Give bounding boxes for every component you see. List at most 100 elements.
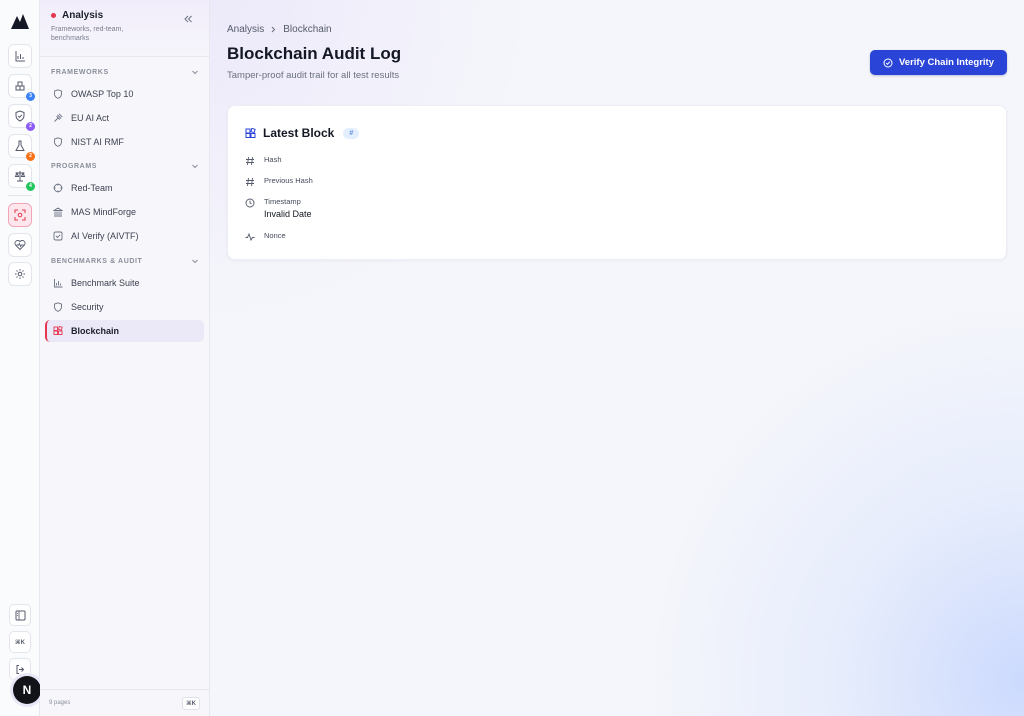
sidebar-item-blockchain[interactable]: Blockchain [45, 320, 204, 342]
sidebar-title: Analysis [62, 10, 104, 21]
shield-icon [54, 302, 62, 312]
rail-badge: 4 [26, 182, 35, 191]
analytics-rail-button[interactable] [8, 44, 32, 68]
check-square-icon [53, 231, 63, 241]
command-palette-button[interactable]: ⌘K [9, 631, 31, 653]
field-label: Hash [264, 155, 282, 164]
analysis-rail-button[interactable] [8, 203, 32, 227]
shield-icon [54, 89, 62, 99]
sidebar-item-owasp[interactable]: OWASP Top 10 [45, 83, 204, 105]
latest-block-card: Latest Block # Hash Previous Hash Timest… [227, 105, 1007, 260]
chevron-down-icon [192, 164, 198, 169]
sidebar-item-label: AI Verify (AIVTF) [71, 231, 139, 241]
field-label: Timestamp [264, 197, 301, 206]
page-count: 9 pages [49, 700, 71, 706]
sidebar-item-mas-mindforge[interactable]: MAS MindForge [45, 201, 204, 223]
sidebar: Analysis Frameworks, red-team, benchmark… [40, 0, 210, 716]
rail-badge: 2 [26, 152, 35, 161]
collapse-icon[interactable] [183, 14, 193, 24]
card-title: Latest Block [263, 126, 335, 140]
heart-pulse-icon [14, 240, 26, 251]
crosshair-icon [53, 183, 63, 193]
verify-chain-label: Verify Chain Integrity [898, 57, 995, 68]
bar-chart-icon [54, 279, 63, 288]
section-label: BENCHMARKS & AUDIT [51, 257, 143, 265]
sidebar-header: Analysis Frameworks, red-team, benchmark… [40, 0, 209, 57]
field-timestamp: Timestamp Invalid Date [245, 197, 312, 219]
field-content: Timestamp Invalid Date [264, 197, 312, 219]
sidebar-item-label: NIST AI RMF [71, 137, 124, 147]
activity-icon [245, 232, 255, 242]
shield-icon [54, 137, 62, 147]
boxes-icon [15, 81, 25, 91]
flask-icon [15, 140, 25, 151]
rail-badge: 3 [26, 92, 35, 101]
sidebar-item-security[interactable]: Security [45, 296, 204, 318]
scan-icon [14, 209, 26, 221]
verify-chain-button[interactable]: Verify Chain Integrity [870, 50, 1007, 75]
chevron-down-icon [192, 259, 198, 264]
section-benchmarks-audit[interactable]: BENCHMARKS & AUDIT [51, 257, 199, 265]
logo-icon [11, 14, 29, 29]
section-label: FRAMEWORKS [51, 68, 109, 76]
logout-icon [16, 664, 24, 674]
section-frameworks[interactable]: FRAMEWORKS [51, 68, 199, 76]
gavel-icon [54, 113, 63, 122]
field-previous-hash: Previous Hash [245, 176, 313, 188]
field-nonce: Nonce [245, 231, 286, 243]
sidebar-item-label: EU AI Act [71, 113, 110, 123]
field-hash: Hash [245, 155, 282, 167]
sidebar-item-label: Security [71, 302, 104, 312]
bank-icon [53, 207, 63, 217]
lab-rail-button[interactable]: 2 [8, 134, 35, 161]
models-rail-button[interactable]: 3 [8, 74, 35, 101]
bar-chart-icon [15, 51, 25, 62]
card-header: Latest Block # [245, 126, 360, 140]
blocks-icon [245, 127, 256, 138]
sidebar-item-nist[interactable]: NIST AI RMF [45, 131, 204, 153]
avatar[interactable]: N [13, 676, 41, 704]
sidebar-item-red-team[interactable]: Red-Team [45, 177, 204, 199]
sidebar-item-eu-ai-act[interactable]: EU AI Act [45, 107, 204, 129]
chevron-down-icon [192, 70, 198, 75]
rail-divider [8, 195, 32, 196]
field-value: Invalid Date [264, 209, 312, 219]
hash-icon [246, 156, 254, 166]
shield-check-icon [15, 110, 25, 122]
sidebar-item-benchmark-suite[interactable]: Benchmark Suite [45, 272, 204, 294]
shield-rail-button[interactable]: 2 [8, 104, 35, 131]
sidebar-subtitle: Frameworks, red-team, benchmarks [51, 26, 124, 42]
scale-icon [14, 171, 26, 182]
field-label: Previous Hash [264, 176, 313, 185]
status-dot [51, 13, 56, 18]
sidebar-footer: 9 pages ⌘K [40, 689, 209, 716]
sidebar-item-label: OWASP Top 10 [71, 89, 134, 99]
clock-icon [245, 198, 255, 208]
sidebar-toggle-button[interactable] [9, 604, 31, 626]
check-circle-icon [883, 58, 893, 67]
chevron-right-icon [271, 26, 276, 33]
shortcut-hint[interactable]: ⌘K [182, 696, 200, 710]
field-content: Nonce [264, 231, 286, 243]
page-title: Blockchain Audit Log [227, 44, 402, 63]
field-label: Nonce [264, 231, 286, 240]
page-subtitle: Tamper-proof audit trail for all test re… [227, 70, 400, 81]
breadcrumb-parent[interactable]: Analysis [227, 24, 264, 35]
field-content: Previous Hash [264, 176, 313, 188]
main-content: Analysis Blockchain Blockchain Audit Log… [210, 0, 1024, 716]
compliance-rail-button[interactable]: 4 [8, 164, 35, 191]
sidebar-item-label: Benchmark Suite [71, 278, 140, 288]
sidebar-item-label: Blockchain [71, 326, 120, 336]
health-rail-button[interactable] [8, 233, 32, 257]
block-number-badge: # [343, 127, 360, 139]
field-content: Hash [264, 155, 282, 167]
hash-icon [246, 177, 254, 187]
sidebar-item-label: Red-Team [71, 183, 113, 193]
settings-rail-button[interactable] [8, 262, 32, 286]
blocks-icon [53, 326, 63, 335]
sidebar-item-ai-verify[interactable]: AI Verify (AIVTF) [45, 225, 204, 247]
panel-icon [15, 610, 25, 620]
icon-rail: 3 2 2 4 ⌘K N [0, 0, 41, 716]
section-programs[interactable]: PROGRAMS [51, 162, 199, 170]
breadcrumb-current: Blockchain [283, 24, 332, 35]
